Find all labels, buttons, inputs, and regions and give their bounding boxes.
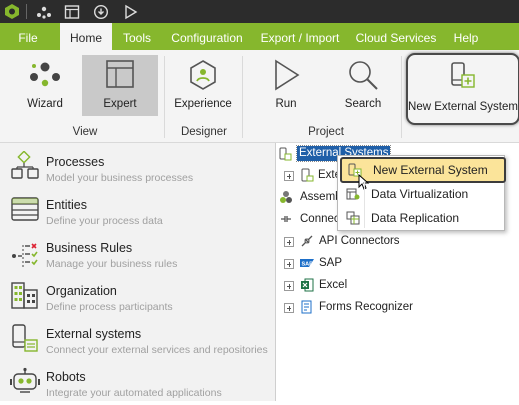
expert-button[interactable]: Expert	[82, 55, 158, 116]
expand-toggle[interactable]	[284, 237, 294, 247]
new-external-system-icon	[408, 61, 518, 91]
context-menu-label: New External System	[373, 163, 488, 177]
connectors-icon	[279, 212, 293, 226]
tree-item-label: API Connectors	[319, 235, 400, 247]
experience-button[interactable]: Experience	[170, 55, 236, 116]
menu-bar: File Home Tools Configuration Export / I…	[0, 23, 519, 50]
context-menu-label: Data Virtualization	[371, 187, 469, 201]
data-replication-icon	[346, 211, 360, 225]
navigation-panel: Processes Model your business processes …	[0, 143, 275, 401]
svg-text:SAP: SAP	[302, 261, 314, 267]
excel-icon	[300, 278, 314, 292]
menu-cloud-services[interactable]: Cloud Services	[353, 23, 439, 50]
experience-icon	[170, 59, 236, 90]
menu-home[interactable]: Home	[60, 23, 112, 50]
search-icon	[338, 59, 388, 90]
external-systems-icon	[10, 323, 40, 353]
assemblies-icon	[279, 190, 293, 204]
tree-item-label: SAP	[319, 257, 343, 269]
menu-export-import[interactable]: Export / Import	[255, 23, 345, 50]
group-separator	[242, 56, 243, 138]
menu-help[interactable]: Help	[446, 23, 486, 50]
nav-item-title: Business Rules	[46, 241, 133, 255]
tree-item-label: Assemb	[300, 191, 342, 203]
nav-item-title: Organization	[46, 284, 117, 298]
nav-item-title: External systems	[46, 327, 142, 341]
nav-item-title: Entities	[46, 198, 87, 212]
new-external-system-label: New External System	[408, 101, 518, 113]
entities-icon	[10, 194, 40, 224]
expand-toggle[interactable]	[284, 171, 294, 181]
nav-item-processes[interactable]: Processes Model your business processes	[0, 147, 275, 190]
run-button[interactable]: Run	[260, 55, 312, 116]
forms-recognizer-icon	[300, 300, 314, 314]
nav-item-robots[interactable]: Robots Integrate your automated applicat…	[0, 362, 275, 405]
group-separator	[164, 56, 165, 138]
menu-configuration[interactable]: Configuration	[165, 23, 249, 50]
nav-item-title: Processes	[46, 155, 105, 169]
quick-expert-icon[interactable]	[63, 3, 81, 20]
group-separator	[401, 56, 402, 138]
nav-item-subtitle: Model your business processes	[46, 172, 194, 184]
nav-item-organization[interactable]: Organization Define process participants	[0, 276, 275, 319]
context-menu-label: Data Replication	[371, 211, 460, 225]
context-menu: New External System Data Virtualization …	[337, 155, 506, 231]
search-button[interactable]: Search	[338, 55, 388, 116]
nav-item-title: Robots	[46, 370, 86, 384]
wizard-icon	[14, 59, 76, 89]
nav-item-subtitle: Connect your external services and repos…	[46, 344, 268, 356]
expand-toggle[interactable]	[284, 259, 294, 269]
quick-run-icon[interactable]	[121, 3, 139, 20]
context-menu-data-replication[interactable]: Data Replication	[340, 207, 502, 229]
expert-label: Expert	[103, 98, 137, 110]
new-external-system-button[interactable]: New External System	[406, 53, 519, 125]
app-logo-icon	[3, 3, 21, 20]
nav-item-subtitle: Manage your business rules	[46, 258, 178, 270]
menu-file[interactable]: File	[0, 23, 56, 50]
quick-wizard-icon[interactable]	[35, 3, 53, 20]
run-label: Run	[275, 98, 297, 110]
expand-toggle[interactable]	[284, 281, 294, 291]
processes-icon	[10, 150, 40, 181]
sap-icon: SAP	[300, 256, 314, 270]
wizard-label: Wizard	[27, 98, 63, 110]
tree-item-label: Connec	[300, 213, 340, 225]
nav-item-subtitle: Integrate your automated applications	[46, 387, 222, 399]
expand-toggle[interactable]	[284, 303, 294, 313]
robots-icon	[10, 366, 40, 396]
business-rules-icon	[10, 237, 40, 267]
nav-item-external-systems[interactable]: External systems Connect your external s…	[0, 319, 275, 362]
group-label-view: View	[72, 126, 98, 138]
group-label-designer: Designer	[180, 126, 228, 138]
nav-item-subtitle: Define your process data	[46, 215, 163, 227]
titlebar-divider	[26, 4, 27, 19]
quick-download-icon[interactable]	[92, 3, 110, 20]
group-label-project: Project	[308, 126, 344, 138]
wizard-button[interactable]: Wizard	[14, 55, 76, 116]
tree-item-label: Forms Recognizer	[319, 301, 413, 313]
search-label: Search	[344, 98, 382, 110]
menu-tools[interactable]: Tools	[112, 23, 162, 50]
data-virtualization-icon	[346, 187, 360, 201]
run-icon	[260, 59, 312, 91]
tree-item-label: Excel	[319, 279, 348, 291]
external-system-icon	[300, 168, 314, 182]
title-bar	[0, 0, 519, 23]
expert-icon	[82, 59, 158, 89]
nav-item-subtitle: Define process participants	[46, 301, 173, 313]
experience-label: Experience	[174, 98, 232, 110]
api-connectors-icon	[300, 234, 314, 248]
external-systems-icon	[279, 147, 293, 161]
organization-icon	[10, 280, 40, 310]
context-menu-data-virtualization[interactable]: Data Virtualization	[340, 183, 502, 205]
ribbon: Wizard Expert Experience Run Search New …	[0, 50, 519, 143]
nav-item-entities[interactable]: Entities Define your process data	[0, 190, 275, 233]
nav-item-business-rules[interactable]: Business Rules Manage your business rule…	[0, 233, 275, 276]
